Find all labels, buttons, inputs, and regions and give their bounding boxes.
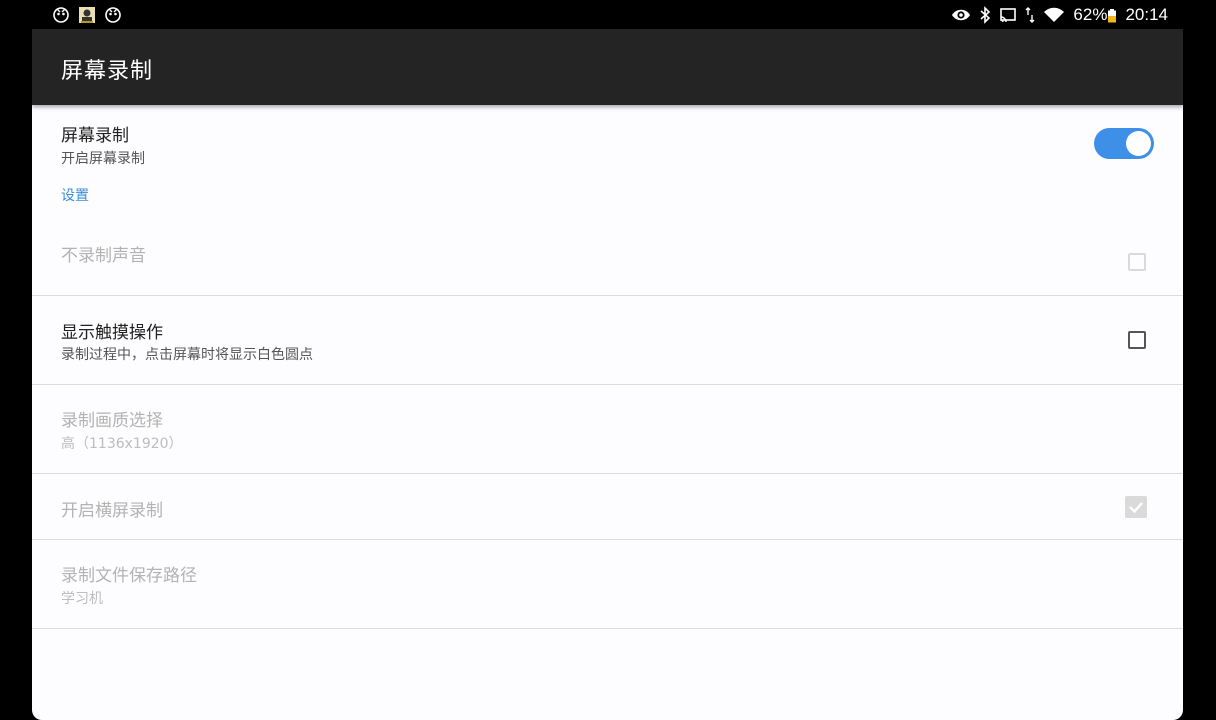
screen-record-title: 屏幕录制 — [61, 126, 129, 146]
screen-record-subtitle: 开启屏幕录制 — [61, 151, 145, 167]
video-quality-value: 高（1136x1920） — [61, 436, 183, 452]
landscape-record-checkbox[interactable] — [1125, 496, 1147, 518]
screen-record-switch[interactable] — [1094, 128, 1154, 159]
screen-record-toggle-row[interactable]: 屏幕录制 开启屏幕录制 — [32, 105, 1183, 185]
no-audio-row[interactable]: 不录制声音 — [32, 217, 1183, 296]
notification-icon — [52, 6, 70, 24]
eye-icon — [951, 6, 971, 24]
show-touches-title: 显示触摸操作 — [61, 323, 163, 343]
landscape-record-row[interactable]: 开启横屏录制 — [32, 474, 1183, 540]
show-touches-subtitle: 录制过程中，点击屏幕时将显示白色圆点 — [61, 347, 313, 363]
page-title: 屏幕录制 — [61, 59, 154, 84]
bluetooth-icon — [979, 6, 991, 24]
no-audio-checkbox[interactable] — [1128, 253, 1146, 271]
notification-icon — [104, 6, 122, 24]
video-quality-row[interactable]: 录制画质选择 高（1136x1920） — [32, 385, 1183, 474]
status-bar-system: 62% 20:14 — [951, 3, 1168, 27]
status-bar-notifications — [52, 5, 122, 25]
show-touches-row[interactable]: 显示触摸操作 录制过程中，点击屏幕时将显示白色圆点 — [32, 296, 1183, 385]
show-touches-checkbox[interactable] — [1128, 331, 1146, 349]
settings-section-header: 设置 — [32, 185, 1183, 217]
video-quality-title: 录制画质选择 — [61, 411, 163, 431]
settings-section-label: 设置 — [61, 188, 89, 204]
no-audio-title: 不录制声音 — [61, 246, 146, 266]
save-path-title: 录制文件保存路径 — [61, 566, 197, 586]
app-notification-icon — [78, 6, 96, 24]
clock: 20:14 — [1125, 5, 1168, 24]
battery-icon — [1107, 6, 1117, 24]
save-path-row[interactable]: 录制文件保存路径 学习机 — [32, 540, 1183, 629]
cast-icon — [999, 6, 1017, 24]
wifi-icon — [1043, 6, 1065, 24]
data-arrows-icon — [1025, 6, 1035, 24]
status-bar: 62% 20:14 — [0, 0, 1216, 29]
landscape-record-title: 开启横屏录制 — [61, 501, 163, 521]
save-path-value: 学习机 — [61, 591, 103, 607]
settings-window: 屏幕录制 屏幕录制 开启屏幕录制 设置 不录制声音 显示触摸操作 录制过程中，点… — [32, 29, 1183, 720]
checkmark-icon — [1129, 502, 1143, 514]
battery-percent: 62% — [1073, 5, 1108, 24]
app-bar: 屏幕录制 — [32, 29, 1183, 105]
switch-knob — [1126, 131, 1151, 156]
